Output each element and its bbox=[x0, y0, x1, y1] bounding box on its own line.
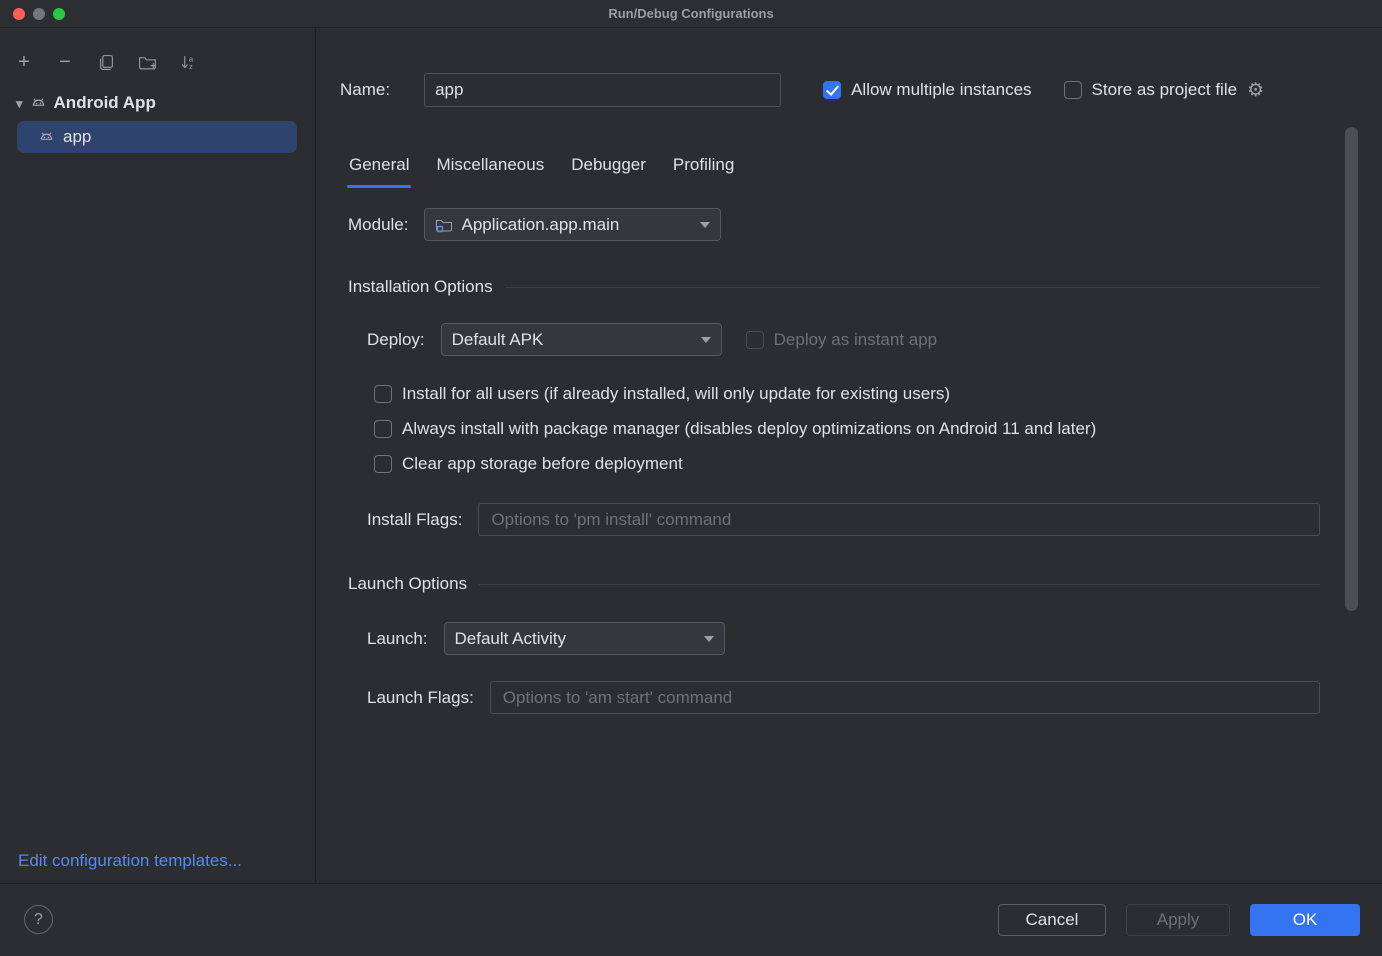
always-install-package-manager-label: Always install with package manager (dis… bbox=[402, 419, 1096, 439]
sort-alpha-icon: a z bbox=[180, 54, 197, 71]
install-flags-row: Install Flags: bbox=[367, 503, 1320, 536]
configuration-form: Name: Allow multiple instances Store as … bbox=[316, 28, 1382, 883]
name-row: Name: Allow multiple instances Store as … bbox=[340, 73, 1352, 107]
apply-button: Apply bbox=[1126, 904, 1230, 936]
checkbox-disabled-icon bbox=[746, 331, 764, 349]
tree-item-app[interactable]: app bbox=[17, 121, 297, 153]
checkbox-unchecked-icon[interactable] bbox=[374, 455, 392, 473]
deploy-row: Deploy: Default APK Deploy as instant ap… bbox=[367, 323, 1320, 356]
launch-flags-row: Launch Flags: bbox=[367, 681, 1320, 714]
launch-options-section: Launch Options bbox=[348, 574, 1320, 594]
launch-options-title: Launch Options bbox=[348, 574, 467, 594]
name-label: Name: bbox=[340, 80, 390, 100]
allow-multiple-instances-checkbox[interactable]: Allow multiple instances bbox=[823, 80, 1031, 100]
close-window-button[interactable] bbox=[13, 8, 25, 20]
ok-button[interactable]: OK bbox=[1250, 904, 1360, 936]
install-for-all-users-label: Install for all users (if already instal… bbox=[402, 384, 950, 404]
tab-miscellaneous[interactable]: Miscellaneous bbox=[436, 155, 544, 188]
name-input[interactable] bbox=[424, 73, 781, 107]
launch-row: Launch: Default Activity bbox=[367, 622, 1352, 655]
copy-configuration-button[interactable] bbox=[96, 52, 116, 72]
tree-group-android-app[interactable]: ▾ Android App bbox=[0, 88, 315, 118]
module-label: Module: bbox=[348, 215, 408, 235]
chevron-down-icon bbox=[701, 337, 711, 343]
gear-icon[interactable]: ⚙ bbox=[1247, 81, 1264, 100]
deploy-as-instant-app-checkbox: Deploy as instant app bbox=[746, 330, 938, 350]
titlebar: Run/Debug Configurations bbox=[0, 0, 1382, 28]
checkbox-unchecked-icon[interactable] bbox=[374, 385, 392, 403]
vertical-scrollbar[interactable] bbox=[1345, 127, 1358, 611]
always-install-package-manager-checkbox[interactable]: Always install with package manager (dis… bbox=[374, 411, 1352, 446]
deploy-value: Default APK bbox=[452, 330, 544, 350]
store-as-project-file-checkbox[interactable]: Store as project file bbox=[1064, 80, 1238, 100]
install-checkboxes: Install for all users (if already instal… bbox=[374, 376, 1352, 481]
launch-flags-input[interactable] bbox=[490, 681, 1320, 714]
cancel-button[interactable]: Cancel bbox=[998, 904, 1106, 936]
window-title: Run/Debug Configurations bbox=[0, 6, 1382, 21]
section-divider bbox=[479, 584, 1320, 585]
zoom-window-button[interactable] bbox=[53, 8, 65, 20]
deploy-as-instant-app-label: Deploy as instant app bbox=[774, 330, 938, 350]
dialog-footer: ? Cancel Apply OK bbox=[0, 883, 1382, 955]
tab-debugger[interactable]: Debugger bbox=[571, 155, 646, 188]
deploy-select[interactable]: Default APK bbox=[441, 323, 722, 356]
tab-general[interactable]: General bbox=[349, 155, 409, 188]
tree-group-label: Android App bbox=[54, 93, 156, 113]
module-row: Module: Application.app.main bbox=[348, 208, 1352, 241]
tree-item-label: app bbox=[63, 127, 91, 147]
android-icon bbox=[38, 127, 55, 147]
checkbox-unchecked-icon[interactable] bbox=[374, 420, 392, 438]
android-icon bbox=[30, 93, 47, 113]
edit-configuration-templates-link[interactable]: Edit configuration templates... bbox=[18, 851, 242, 871]
install-for-all-users-checkbox[interactable]: Install for all users (if already instal… bbox=[374, 376, 1352, 411]
configurations-sidebar: + − a bbox=[0, 28, 316, 883]
new-folder-icon bbox=[138, 54, 157, 71]
module-select[interactable]: Application.app.main bbox=[424, 208, 721, 241]
install-flags-input[interactable] bbox=[478, 503, 1320, 536]
deploy-label: Deploy: bbox=[367, 330, 425, 350]
launch-select[interactable]: Default Activity bbox=[444, 622, 725, 655]
launch-value: Default Activity bbox=[455, 629, 567, 649]
chevron-down-icon bbox=[704, 636, 714, 642]
installation-options-section: Installation Options bbox=[348, 277, 1320, 297]
help-button[interactable]: ? bbox=[24, 905, 53, 934]
chevron-down-icon bbox=[700, 222, 710, 228]
run-debug-configurations-dialog: Run/Debug Configurations + − bbox=[0, 0, 1382, 956]
allow-multiple-instances-label: Allow multiple instances bbox=[851, 80, 1031, 100]
copy-icon bbox=[98, 54, 115, 71]
installation-options-title: Installation Options bbox=[348, 277, 493, 297]
store-as-project-file-label: Store as project file bbox=[1092, 80, 1238, 100]
configuration-tabs: General Miscellaneous Debugger Profiling bbox=[340, 155, 1352, 188]
sort-configurations-button[interactable]: a z bbox=[178, 52, 198, 72]
traffic-lights bbox=[13, 8, 65, 20]
new-folder-button[interactable] bbox=[137, 52, 157, 72]
remove-configuration-button[interactable]: − bbox=[55, 52, 75, 72]
checkbox-unchecked-icon[interactable] bbox=[1064, 81, 1082, 99]
clear-app-storage-label: Clear app storage before deployment bbox=[402, 454, 683, 474]
launch-flags-label: Launch Flags: bbox=[367, 688, 474, 708]
clear-app-storage-checkbox[interactable]: Clear app storage before deployment bbox=[374, 446, 1352, 481]
section-divider bbox=[505, 287, 1320, 288]
module-value: Application.app.main bbox=[461, 215, 619, 235]
launch-label: Launch: bbox=[367, 629, 428, 649]
add-configuration-button[interactable]: + bbox=[14, 52, 34, 72]
configurations-tree: ▾ Android App bbox=[0, 88, 315, 153]
tab-profiling[interactable]: Profiling bbox=[673, 155, 734, 188]
minimize-window-button[interactable] bbox=[33, 8, 45, 20]
sidebar-toolbar: + − a bbox=[0, 28, 315, 78]
install-flags-label: Install Flags: bbox=[367, 510, 462, 530]
checkbox-checked-icon[interactable] bbox=[823, 81, 841, 99]
module-icon bbox=[435, 217, 453, 233]
chevron-down-icon: ▾ bbox=[16, 97, 23, 110]
svg-text:z: z bbox=[189, 61, 193, 70]
